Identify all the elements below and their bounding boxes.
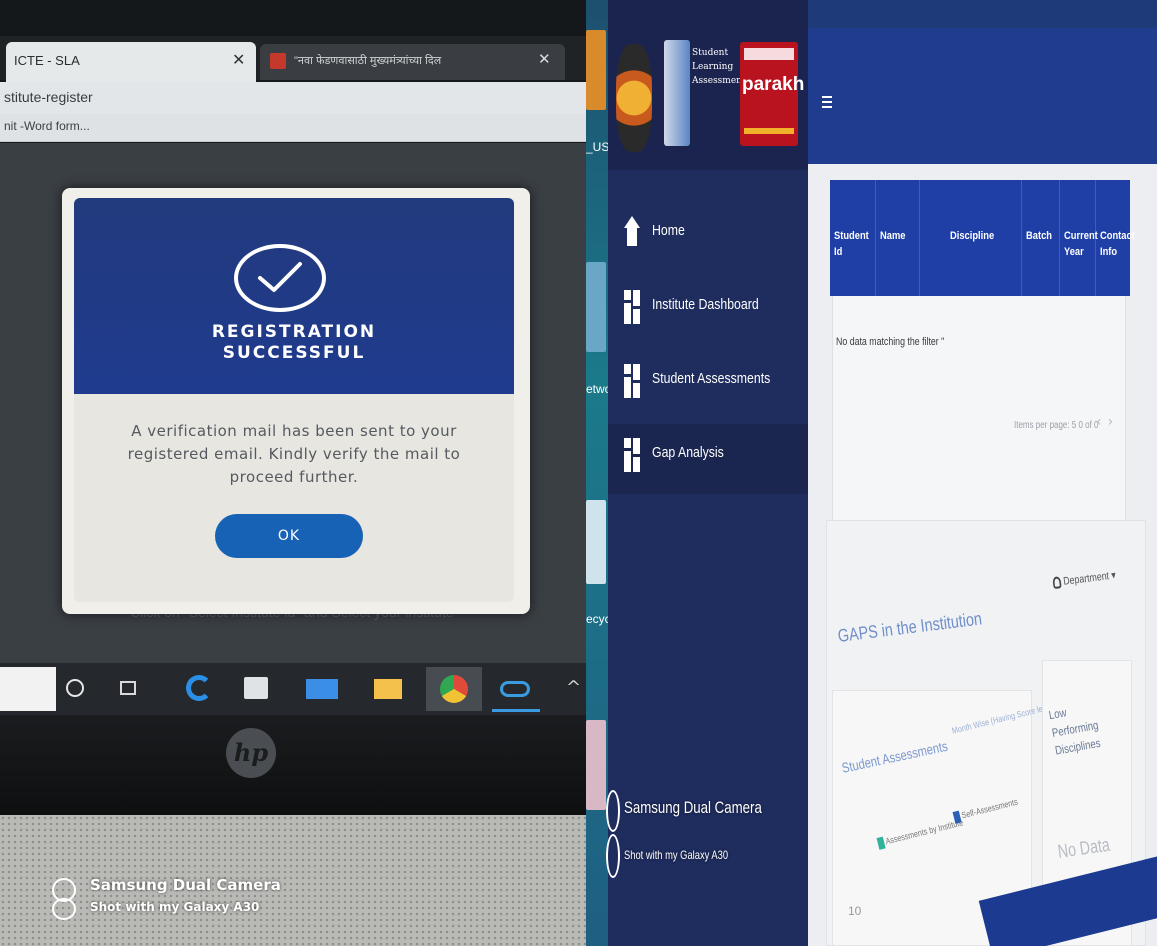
low-performing-title: Low Performing Disciplines [1047,705,1102,758]
parakh-logo-band [744,48,794,60]
tab-favicon-icon [270,53,286,69]
sidebar-item-home[interactable]: Home [608,202,808,272]
tab-title: "नवा फेडणवासाठी मुख्यमंत्र्यांच्या दिल [294,55,442,67]
hamburger-menu-icon[interactable] [822,96,832,108]
sidebar-item-label: Institute Dashboard [652,296,759,313]
sla-logo-text: Student Learning Assessment [692,46,746,88]
hp-logo: hp [226,728,276,778]
chevron-up-icon[interactable]: ^ [566,677,581,698]
browser-tab-inactive[interactable]: "नवा फेडणवासाठी मुख्यमंत्र्यांच्या दिल ✕ [260,44,565,80]
column-header[interactable]: Batch [1022,180,1060,296]
column-header[interactable]: Name [876,180,920,296]
axis-tick-label: 10 [848,904,862,918]
column-header[interactable]: Discipline [920,180,1022,296]
file-explorer-icon[interactable] [374,679,402,699]
book-logo [664,40,690,146]
right-photo-panel: _USB_ etwork ecycle Bin Student Learning… [586,0,1157,946]
watermark-line2: Shot with my Galaxy A30 [624,848,729,862]
chevron-left-icon[interactable]: ‹ [1096,414,1108,430]
address-bar[interactable]: stitute-register [0,82,586,114]
taskbar-search-box[interactable] [0,667,56,711]
sidebar-item-student-assessments[interactable]: Student Assessments [608,350,808,420]
parakh-logo: parakh [740,42,805,146]
modal-title-line2: SUCCESSFUL [222,343,366,363]
speaker-grille [0,815,586,946]
cortana-icon[interactable] [66,679,84,697]
modal-title-line1: REGISTRATION [211,322,377,342]
bookmarks-bar: nit -Word form... [0,114,586,142]
camera-watermark-icon [52,898,76,920]
sidebar-item-gap-analysis[interactable]: Gap Analysis [608,424,808,494]
left-photo-panel: ICTE - SLA ✕ "नवा फेडणवासाठी मुख्यमंत्र्… [0,0,586,946]
department-select-value: Department [1062,570,1110,588]
modal-message: A verification mail has been sent to you… [127,422,461,486]
sla-line: Assessment [692,76,746,86]
watermark-line2: Shot with my Galaxy A30 [90,900,260,914]
camera-watermark-icon [606,790,620,832]
check-circle-icon [234,244,326,312]
parakh-logo-word: parakh [742,74,805,95]
bookmark-item[interactable]: nit -Word form... [4,119,90,133]
chevron-right-icon[interactable]: › [1108,414,1120,430]
tab-title: ICTE - SLA [14,53,80,68]
tab-close-icon[interactable]: ✕ [232,50,245,69]
sidebar-item-label: Gap Analysis [652,444,724,461]
registration-success-modal: REGISTRATION SUCCESSFUL A verification m… [74,198,514,602]
browser-tab-active[interactable]: ICTE - SLA ✕ [6,42,256,82]
dashboard-icon [624,290,640,324]
column-header[interactable]: Current Year [1060,180,1098,296]
table-empty-message: No data matching the filter " [836,336,945,348]
modal-header: REGISTRATION SUCCESSFUL [74,198,514,394]
table-header: Student Id Name Discipline Batch Current… [830,180,1135,296]
active-app-indicator [492,709,540,712]
watermark-line1: Samsung Dual Camera [624,798,762,817]
paginator-text: Items per page: 5 0 of 0 [1014,420,1099,431]
sidebar-item-label: Home [652,222,685,239]
column-header[interactable]: Contact Info [1096,180,1135,296]
department-icon [1052,576,1062,590]
paginator-arrows[interactable]: ‹› [1096,414,1119,430]
camera-watermark-icon [606,834,620,878]
chevron-down-icon: ▾ [1108,569,1117,583]
task-view-icon[interactable] [120,681,136,695]
ok-button[interactable]: OK [215,514,363,558]
address-text: stitute-register [4,89,93,105]
home-icon [624,216,640,250]
watermark-line1: Samsung Dual Camera [90,876,281,894]
mail-icon[interactable] [306,679,338,699]
sla-line: Learning [692,62,734,72]
desktop-shortcut-icon[interactable] [586,30,606,110]
aicte-logo [616,44,652,152]
laptop-bezel [0,715,586,815]
link-icon[interactable] [500,681,530,697]
windows-taskbar: ^ [0,663,586,715]
desktop-shortcut-icon[interactable] [586,720,606,810]
dashboard-icon [624,364,640,398]
column-header[interactable]: Student Id [830,180,876,296]
app-topbar [808,28,1157,164]
modal-title: REGISTRATION SUCCESSFUL [74,322,514,364]
checkmark-icon [258,262,302,292]
network-icon[interactable] [586,262,606,352]
store-icon[interactable] [244,677,268,699]
parakh-logo-stripe [744,128,794,134]
chrome-icon[interactable] [440,675,468,703]
recycle-bin-icon[interactable] [586,500,606,584]
edge-icon[interactable] [186,675,212,701]
sla-line: Student [692,48,729,58]
sidebar-item-label: Student Assessments [652,370,771,387]
dashboard-icon [624,438,640,472]
sidebar-item-institute-dashboard[interactable]: Institute Dashboard [608,276,808,346]
tab-close-icon[interactable]: ✕ [538,50,551,68]
